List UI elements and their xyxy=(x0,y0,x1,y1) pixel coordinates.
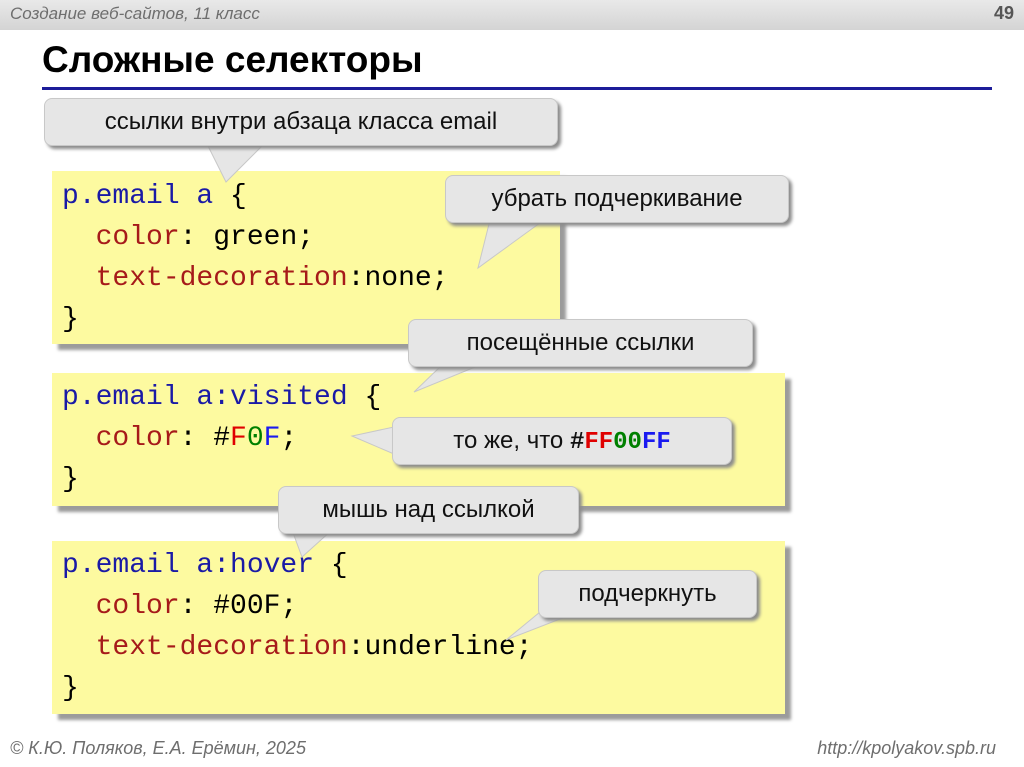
selector-text: p.email a xyxy=(62,181,214,212)
hex-green-digit: 0 xyxy=(246,423,264,454)
hex-hash: # xyxy=(569,429,585,456)
course-name: Создание веб-сайтов, 11 класс xyxy=(10,4,260,23)
property-name: color xyxy=(95,423,180,454)
property-name: text-decoration xyxy=(95,632,348,663)
code-line-decoration: text-decoration:none; xyxy=(95,263,449,294)
hash-sign: # xyxy=(213,423,231,454)
property-name: color xyxy=(95,591,180,622)
semicolon: ; xyxy=(280,423,298,454)
callout-underline: подчеркнуть xyxy=(538,570,757,618)
hex-red-pair: FF xyxy=(584,429,614,456)
code-block-email-hover: p.email a:hover { color: #00F; text-deco… xyxy=(52,541,785,714)
code-line-selector: p.email a { xyxy=(62,176,247,217)
brace-open: { xyxy=(230,181,247,212)
code-line-color: color: green; xyxy=(95,222,315,253)
code-line-close: } xyxy=(62,459,79,500)
callout-same-as: то же, что #FF00FF xyxy=(392,417,732,465)
page-number: 49 xyxy=(993,3,1014,23)
property-value: none; xyxy=(364,263,449,294)
brace-close: } xyxy=(62,464,79,495)
hex-blue-pair: FF xyxy=(641,429,671,456)
brace-open: { xyxy=(330,550,348,581)
selector-text: p.email a:visited xyxy=(62,382,348,413)
property-value: #00F; xyxy=(213,591,298,622)
callout-links-inside: ссылки внутри абзаца класса email xyxy=(44,98,558,146)
footer-authors: © К.Ю. Поляков, Е.А. Ерёмин, 2025 xyxy=(10,738,306,758)
hex-red-digit: F xyxy=(230,423,247,454)
property-value: green; xyxy=(213,222,315,253)
brace-close: } xyxy=(62,304,79,335)
code-line-color: color: #F0F; xyxy=(95,423,298,454)
code-line-close: } xyxy=(62,668,79,709)
code-line-color: color: #00F; xyxy=(95,591,298,622)
code-line-selector: p.email a:hover { xyxy=(62,545,348,586)
header-bar: Создание веб-сайтов, 11 класс 49 xyxy=(0,0,1024,30)
hex-blue-digit: F xyxy=(263,423,281,454)
hex-green-pair: 00 xyxy=(613,429,642,456)
same-as-text: то же, что xyxy=(453,427,570,454)
property-name: color xyxy=(95,222,180,253)
footer-url[interactable]: http://kpolyakov.spb.ru xyxy=(817,738,996,759)
property-value: underline; xyxy=(364,632,533,663)
property-name: text-decoration xyxy=(95,263,348,294)
code-line-selector: p.email a:visited { xyxy=(62,377,381,418)
page-title: Сложные селекторы xyxy=(42,39,423,80)
code-line-decoration: text-decoration:underline; xyxy=(95,632,533,663)
callout-visited-links: посещённые ссылки xyxy=(408,319,753,367)
callout-remove-underline: убрать подчеркивание xyxy=(445,175,789,223)
brace-close: } xyxy=(62,673,79,704)
code-line-close: } xyxy=(62,299,79,340)
callout-mouse-over-link: мышь над ссылкой xyxy=(278,486,579,534)
brace-open: { xyxy=(364,382,382,413)
title-divider xyxy=(42,87,992,90)
selector-text: p.email a:hover xyxy=(62,550,315,581)
